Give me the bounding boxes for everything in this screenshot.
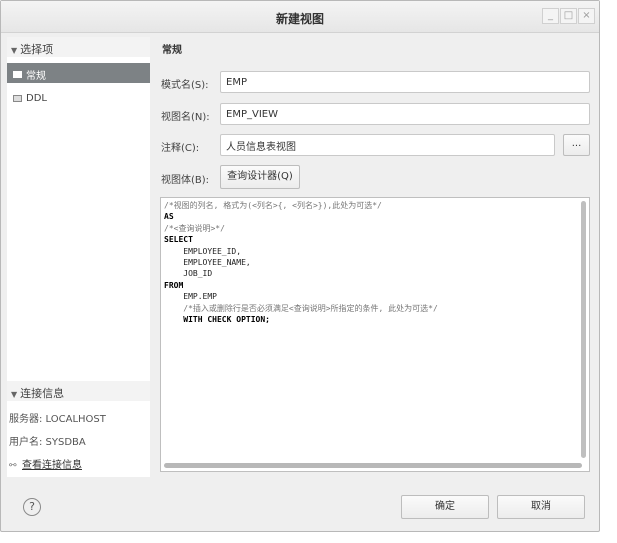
new-view-dialog: 新建视图 _ □ × ▼ 选择项 常规 DDL ▼ 连接信息 服务器: LOCALH… <box>0 0 600 532</box>
nav-item-label: DDL <box>26 93 47 104</box>
connection-icon: ⚯ <box>9 461 17 471</box>
options-header[interactable]: ▼ 选择项 <box>7 37 150 57</box>
comment-label: 注释(C): <box>161 143 200 154</box>
comment-input[interactable] <box>220 134 555 156</box>
vertical-scrollbar[interactable] <box>581 201 586 458</box>
nav-item-general[interactable]: 常规 <box>7 63 150 83</box>
window-controls: _ □ × <box>541 8 595 24</box>
query-designer-button[interactable]: 查询设计器(Q) <box>220 165 300 189</box>
sql-line: EMPLOYEE_ID, <box>164 246 242 256</box>
collapse-triangle-icon: ▼ <box>11 390 18 399</box>
sql-line: JOB_ID <box>164 269 213 279</box>
connection-header-label: 连接信息 <box>20 387 65 400</box>
sql-keyword: FROM <box>164 280 184 290</box>
sql-line: EMP.EMP <box>164 292 217 302</box>
sql-line: EMPLOYEE_NAME, <box>164 258 251 268</box>
page-icon <box>13 71 22 78</box>
sql-keyword: AS <box>164 212 174 222</box>
cancel-button[interactable]: 取消 <box>497 495 585 519</box>
sql-code: /*视图的列名, 格式为(<列名>{, <列名>}),此处为可选*/ AS/*<查… <box>164 200 438 325</box>
sql-editor[interactable]: /*视图的列名, 格式为(<列名>{, <列名>}),此处为可选*/ AS/*<查… <box>160 197 590 472</box>
username-info: 用户名: SYSDBA <box>9 437 86 448</box>
server-info: 服务器: LOCALHOST <box>9 414 106 425</box>
horizontal-scrollbar[interactable] <box>164 463 582 468</box>
maximize-icon[interactable]: □ <box>560 8 577 24</box>
window-title: 新建视图 <box>275 12 324 26</box>
ok-button[interactable]: 确定 <box>401 495 489 519</box>
view-connection-link[interactable]: 查看连接信息 <box>22 460 82 471</box>
schema-label: 模式名(S): <box>161 80 209 91</box>
sql-line: WITH CHECK OPTION; <box>164 315 270 325</box>
schema-input[interactable] <box>220 71 590 93</box>
page-icon <box>13 95 22 102</box>
sql-keyword: SELECT <box>164 235 193 245</box>
collapse-triangle-icon: ▼ <box>11 46 18 55</box>
comment-more-button[interactable]: ... <box>563 134 590 156</box>
view-name-input[interactable] <box>220 103 590 125</box>
minimize-icon[interactable]: _ <box>542 8 559 24</box>
view-name-label: 视图名(N): <box>161 112 210 123</box>
body-label: 视图体(B): <box>161 175 210 186</box>
left-panel: ▼ 选择项 常规 DDL ▼ 连接信息 服务器: LOCALHOST 用户名: SY… <box>7 37 150 477</box>
connection-header[interactable]: ▼ 连接信息 <box>7 381 150 401</box>
section-title: 常规 <box>162 45 182 56</box>
form-panel: 常规 模式名(S): 视图名(N): 注释(C): ... 视图体(B): 查询… <box>153 37 597 477</box>
options-header-label: 选择项 <box>20 43 54 56</box>
title-bar: 新建视图 _ □ × <box>1 1 599 33</box>
view-connection-info[interactable]: ⚯ 查看连接信息 <box>9 456 82 471</box>
sql-line: /*视图的列名, 格式为(<列名>{, <列名>}),此处为可选*/ <box>164 201 382 210</box>
close-icon[interactable]: × <box>578 8 595 24</box>
dialog-footer: ? 确定 取消 <box>1 483 599 531</box>
nav-item-ddl[interactable]: DDL <box>7 87 150 107</box>
sql-line: /*<查询说明>*/ <box>164 223 225 233</box>
sql-line: /*插入或删除行是否必须满足<查询说明>所指定的条件, 此处为可选*/ <box>164 303 438 313</box>
nav-item-label: 常规 <box>26 71 46 82</box>
help-icon[interactable]: ? <box>23 498 41 516</box>
